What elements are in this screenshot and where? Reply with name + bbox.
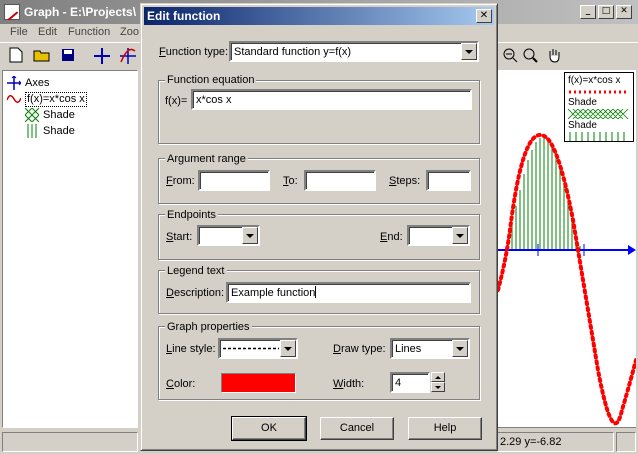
function-type-label: Function type: (159, 46, 229, 58)
new-file-icon[interactable] (6, 47, 26, 67)
graph-legend: f(x)=x*cos x Shade Shade (564, 72, 634, 142)
status-field-left (2, 432, 138, 452)
tree-item-axes[interactable]: Axes (7, 75, 127, 91)
chevron-down-icon[interactable] (242, 227, 258, 244)
width-value: 4 (395, 377, 402, 389)
chevron-down-icon[interactable] (280, 340, 296, 357)
status-coordinates: 2.29 y=-6.82 (496, 432, 614, 452)
x-axis-arrow (628, 245, 636, 255)
equation-prefix-label: f(x)= (165, 95, 188, 107)
dialog-title: Edit function (147, 9, 221, 23)
close-icon[interactable]: ✕ (616, 5, 632, 19)
start-select[interactable] (197, 225, 260, 246)
width-input[interactable]: 4 (390, 372, 430, 393)
to-input[interactable] (304, 170, 376, 191)
menu-edit[interactable]: Edit (38, 26, 57, 38)
legend-swatch-function (569, 90, 629, 94)
function-curve-icon (7, 95, 21, 103)
dashed-line-style-icon (223, 347, 279, 350)
equation-value: x*cos x (196, 94, 232, 106)
menu-zoom[interactable]: Zoo (120, 26, 139, 38)
axes-tool-icon[interactable] (92, 47, 112, 67)
from-input[interactable] (198, 170, 270, 191)
description-value: Example function (231, 287, 316, 299)
tree-label-axes: Axes (25, 77, 50, 89)
legend-text-group-title: Legend text (165, 264, 227, 278)
tree-label-shade-2: Shade (43, 125, 75, 137)
legend-swatch-vertical (569, 132, 625, 141)
dialog-titlebar[interactable]: Edit function ✕ (144, 7, 494, 25)
app-icon (4, 4, 20, 20)
end-select[interactable] (407, 225, 470, 246)
maximize-icon[interactable]: □ (598, 5, 614, 19)
draw-type-value: Lines (395, 343, 422, 355)
minimize-icon[interactable]: _ (580, 5, 596, 19)
chevron-down-icon[interactable] (452, 227, 468, 244)
status-field-right (616, 432, 636, 452)
tree-label-shade-1: Shade (43, 109, 75, 121)
zoom-out-icon[interactable] (500, 47, 520, 67)
tree-label-function: f(x)=x*cos x (25, 92, 87, 107)
save-disk-icon[interactable] (58, 47, 78, 67)
argument-range-group-title: Argument range (165, 152, 248, 166)
main-window-title: Graph - E:\Projects\ (24, 5, 137, 19)
shade-area (507, 137, 581, 250)
legend-entry-function: f(x)=x*cos x (568, 75, 621, 86)
spin-down-icon[interactable] (431, 382, 445, 392)
description-input[interactable]: Example function (226, 282, 471, 303)
draw-type-label: Draw type: (333, 343, 386, 355)
crosshatch-shade-icon (25, 108, 39, 122)
menu-function[interactable]: Function (68, 26, 110, 38)
steps-label: Steps: (389, 175, 421, 187)
start-label: Start: (166, 231, 193, 243)
text-caret (315, 286, 317, 298)
spin-up-icon[interactable] (431, 372, 445, 382)
width-label: Width: (333, 378, 365, 390)
width-spinner[interactable] (431, 372, 445, 392)
tree-item-shade-2[interactable]: Shade (25, 123, 125, 139)
function-type-select[interactable]: Standard function y=f(x) (229, 41, 479, 62)
chevron-down-icon[interactable] (452, 340, 468, 357)
function-equation-group-title: Function equation (165, 73, 257, 87)
endpoints-group-title: Endpoints (165, 208, 218, 222)
line-style-label: Line style: (166, 343, 216, 355)
tree-item-function[interactable]: f(x)=x*cos x (7, 91, 127, 107)
to-label: To: (283, 175, 298, 187)
draw-type-select[interactable]: Lines (390, 338, 470, 359)
legend-entry-shade-2: Shade (568, 120, 597, 131)
line-style-select[interactable] (218, 338, 298, 359)
axes-icon (7, 76, 21, 90)
zoom-window-icon[interactable] (520, 47, 540, 67)
function-curve (496, 133, 638, 426)
color-label: Color: (166, 378, 196, 390)
dialog-close-icon[interactable]: ✕ (476, 9, 492, 23)
insert-function-icon[interactable] (118, 47, 138, 67)
vertical-shade-icon (27, 124, 37, 138)
menu-file[interactable]: File (10, 26, 28, 38)
help-button[interactable]: Help (408, 417, 482, 440)
chevron-down-icon[interactable] (461, 43, 477, 60)
legend-swatch-crosshatch (568, 109, 629, 119)
equation-input[interactable]: x*cos x (191, 89, 472, 110)
cancel-button[interactable]: Cancel (320, 417, 394, 440)
steps-input[interactable] (426, 170, 471, 191)
description-label: Description: (166, 287, 225, 299)
function-type-value: Standard function y=f(x) (234, 46, 352, 58)
legend-entry-shade-1: Shade (568, 97, 597, 108)
from-label: From: (166, 175, 195, 187)
end-label: End: (380, 231, 403, 243)
edit-function-dialog: Edit function ✕ Function type: Standard … (140, 3, 498, 451)
color-swatch-button[interactable] (221, 373, 296, 393)
status-coordinates-text: 2.29 y=-6.82 (500, 436, 562, 448)
ok-button[interactable]: OK (231, 416, 307, 441)
hand-pan-icon[interactable] (544, 47, 564, 67)
tree-item-shade-1[interactable]: Shade (25, 107, 125, 123)
graph-properties-group-title: Graph properties (165, 320, 252, 334)
function-list-panel[interactable]: Axes f(x)=x*cos x Shade Shade (2, 70, 138, 428)
open-folder-icon[interactable] (32, 47, 52, 67)
